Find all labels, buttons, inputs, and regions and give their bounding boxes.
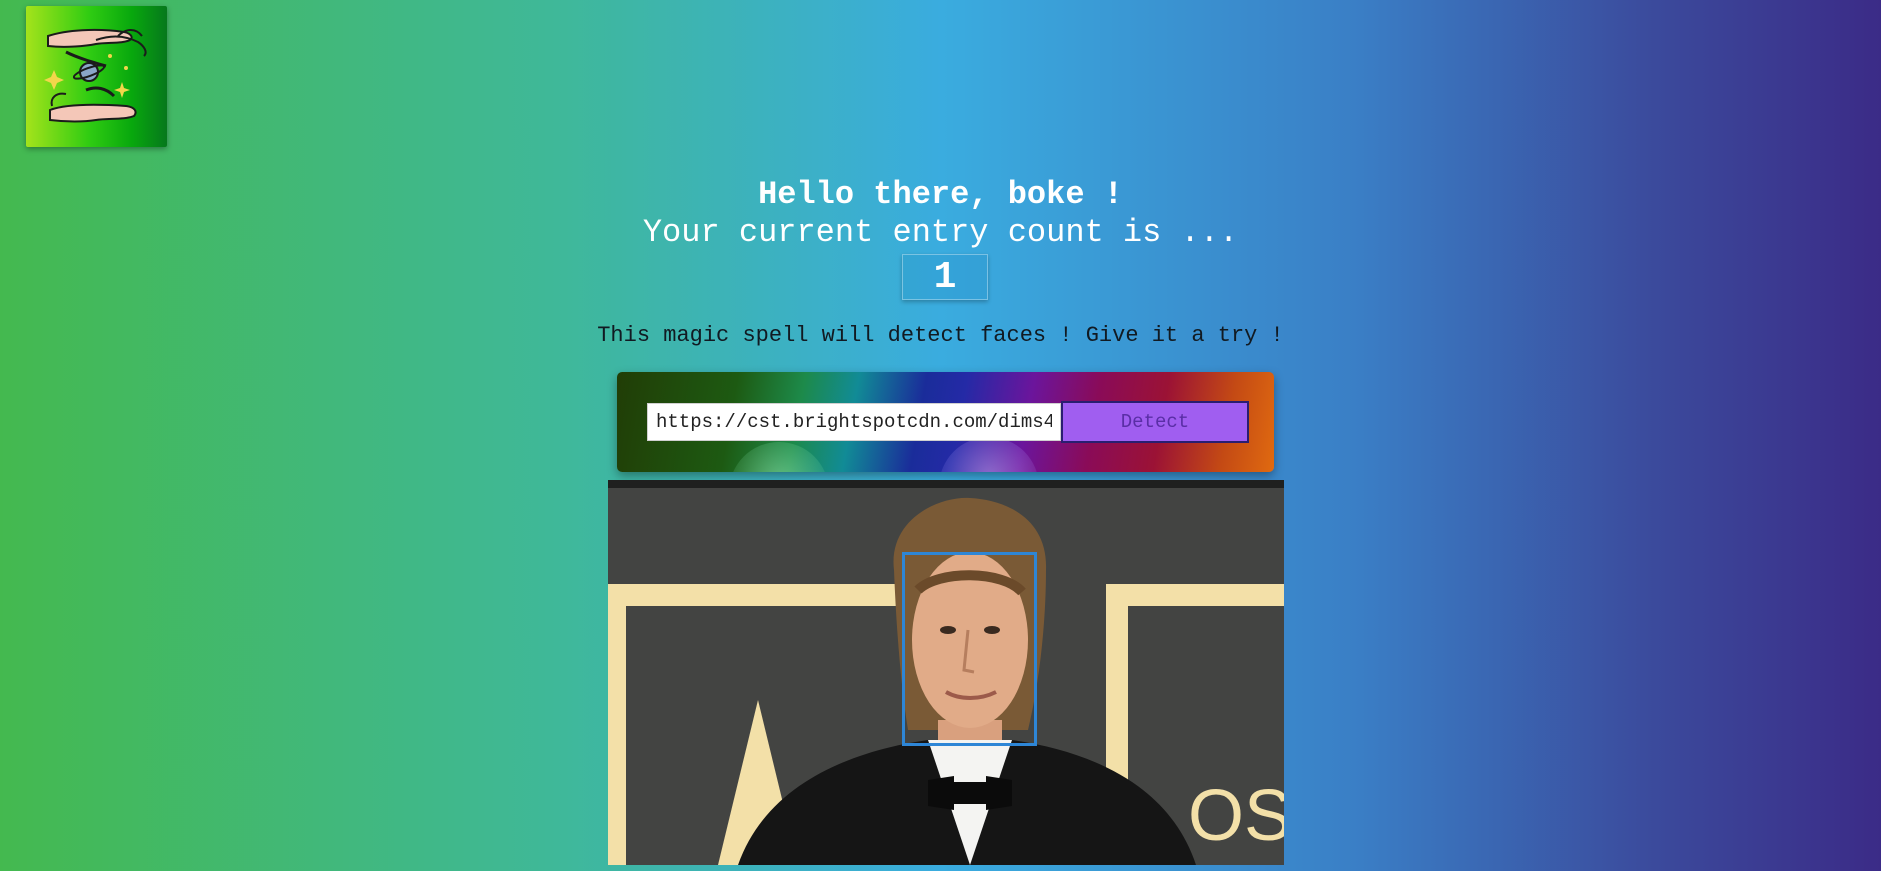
decorative-bubble [729,442,829,472]
decorative-bubble [939,437,1039,472]
detect-form-panel: Detect [617,372,1274,472]
backdrop-sign-text: OS [1188,776,1284,856]
detection-result-image: OS [608,480,1284,865]
entry-count-badge: 1 [902,254,988,300]
detect-button[interactable]: Detect [1061,401,1249,443]
face-bounding-box [902,552,1037,746]
image-url-input[interactable] [647,403,1061,441]
app-logo [26,6,167,147]
greeting-heading: Hello there, boke ! [758,176,1123,213]
magic-hands-logo-icon [44,28,147,123]
entry-count-label: Your current entry count is ... [642,214,1239,251]
instructions-text: This magic spell will detect faces ! Giv… [597,323,1284,348]
